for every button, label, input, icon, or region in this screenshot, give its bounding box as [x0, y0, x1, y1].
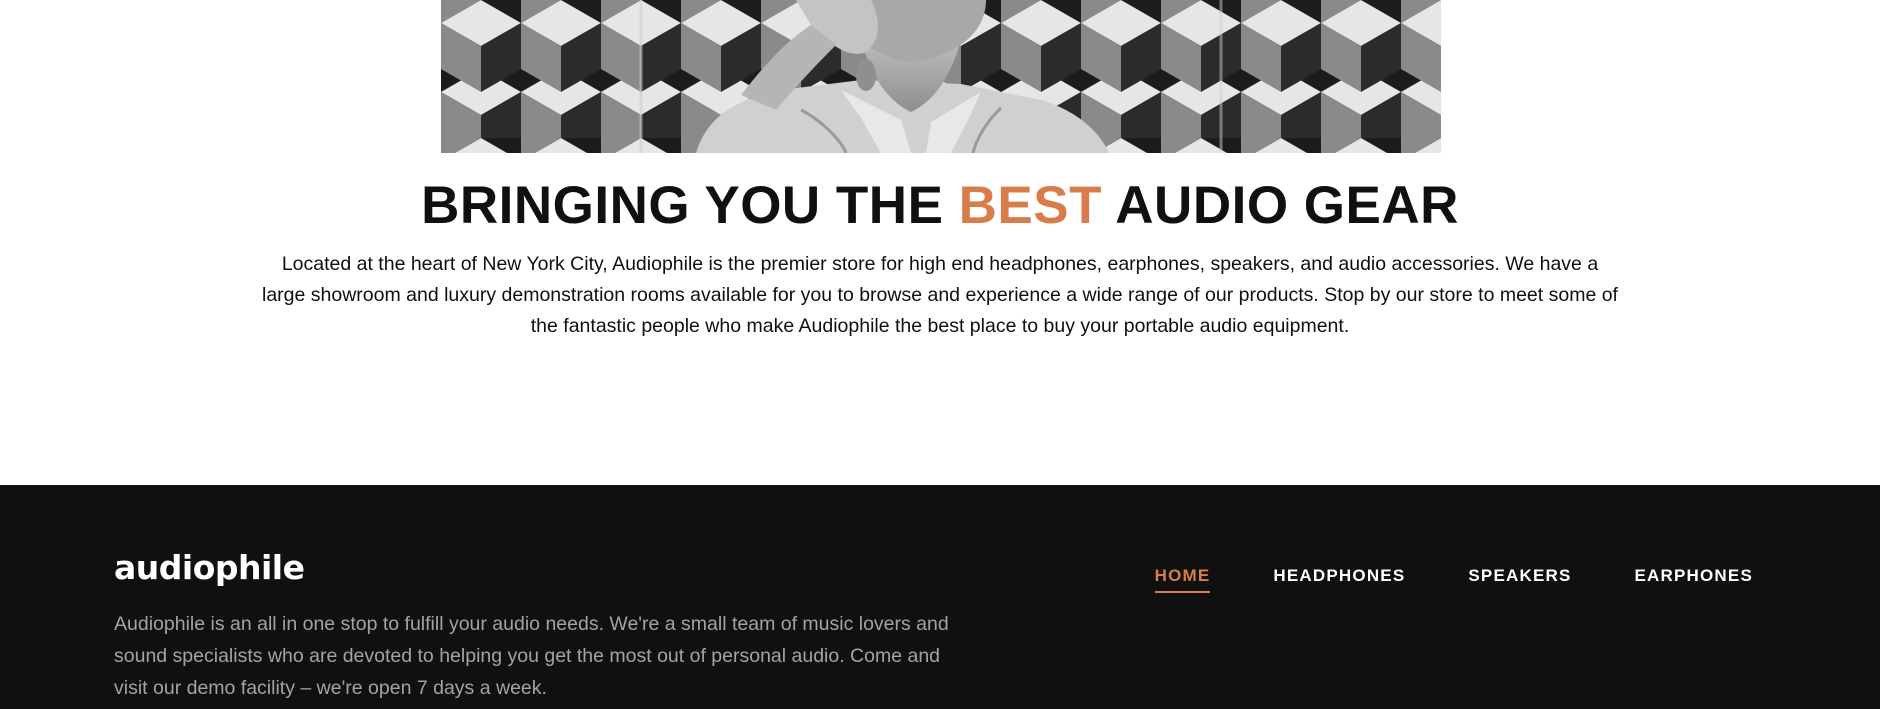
page: BRINGING YOU THE BEST AUDIO GEAR Located…: [0, 0, 1880, 709]
site-footer: audiophile Audiophile is an all in one s…: [0, 485, 1880, 709]
about-heading-accent: BEST: [958, 176, 1103, 235]
footer-nav-speakers[interactable]: SPEAKERS: [1468, 565, 1571, 593]
about-heading-end: AUDIO GEAR: [1102, 176, 1459, 235]
about-heading-start: BRINGING YOU THE: [421, 176, 959, 235]
best-gear-photo: [441, 0, 1441, 153]
footer-description: Audiophile is an all in one stop to fulf…: [114, 613, 949, 699]
footer-nav: HOME HEADPHONES SPEAKERS EARPHONES: [1154, 565, 1754, 593]
footer-logo[interactable]: audiophile: [114, 548, 305, 588]
footer-nav-earphones[interactable]: EARPHONES: [1635, 565, 1754, 593]
about-description: Located at the heart of New York City, A…: [262, 253, 1618, 337]
footer-nav-home[interactable]: HOME: [1154, 565, 1211, 593]
about-heading: BRINGING YOU THE BEST AUDIO GEAR: [0, 176, 1880, 236]
footer-nav-headphones[interactable]: HEADPHONES: [1273, 565, 1405, 593]
best-gear-photo-art: [441, 0, 1441, 153]
